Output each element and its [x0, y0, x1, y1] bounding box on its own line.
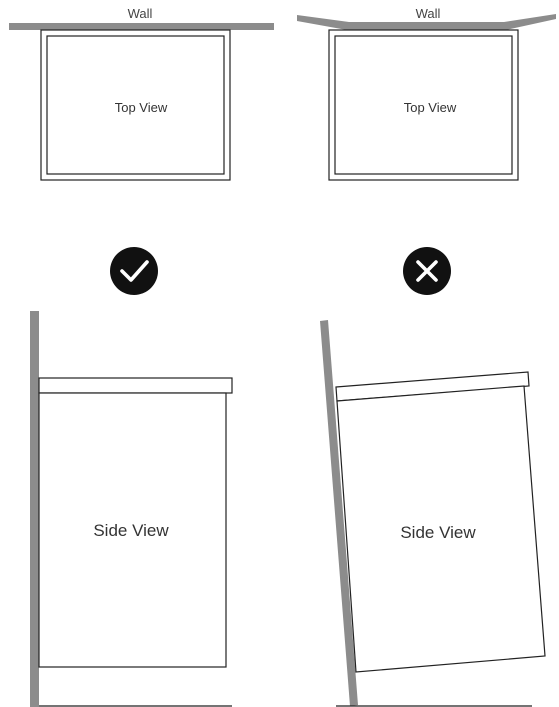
incorrect-side-view-label: Side View	[400, 523, 476, 542]
incorrect-wall-label: Wall	[416, 6, 441, 21]
incorrect-panel: Wall Top View Side View	[297, 6, 556, 707]
checkmark-icon	[110, 247, 158, 295]
incorrect-top-view: Wall Top View	[297, 6, 556, 181]
correct-side-view-label: Side View	[93, 521, 169, 540]
correct-side-view: Side View	[30, 311, 233, 707]
incorrect-top-view-label: Top View	[404, 100, 457, 115]
incorrect-side-view: Side View	[320, 320, 546, 707]
correct-top-view: Wall Top View	[9, 6, 274, 181]
installation-diagram: Wall Top View Side View Wall Top View Si…	[9, 6, 556, 707]
correct-side-wall	[30, 311, 39, 707]
correct-top-wall	[9, 23, 274, 30]
correct-panel: Wall Top View Side View	[9, 6, 274, 707]
correct-side-countertop	[38, 377, 233, 394]
correct-top-view-label: Top View	[115, 100, 168, 115]
x-mark-icon	[403, 247, 451, 295]
correct-wall-label: Wall	[128, 6, 153, 21]
